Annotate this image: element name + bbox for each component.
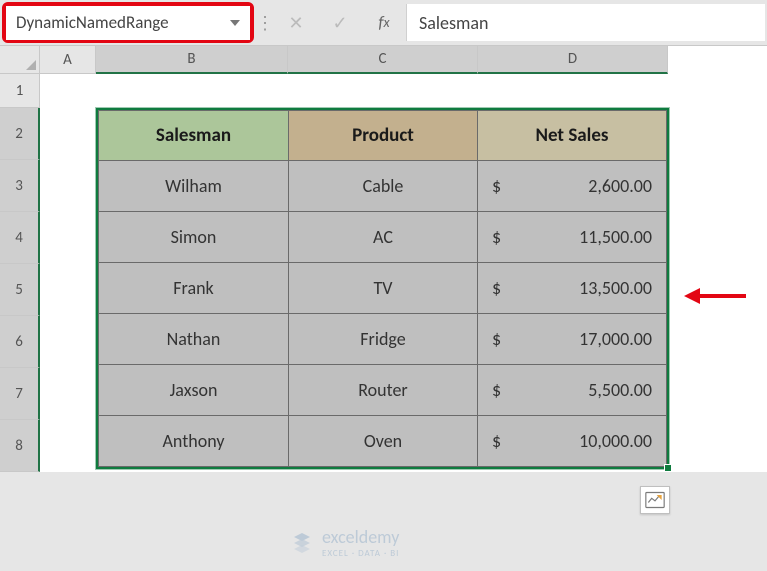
col-header-b[interactable]: B <box>96 46 288 74</box>
cell-product[interactable]: TV <box>289 263 478 314</box>
header-salesman[interactable]: Salesman <box>99 111 289 161</box>
row-header-2[interactable]: 2 <box>0 108 40 160</box>
formula-input[interactable]: Salesman <box>406 4 765 41</box>
row-header-1[interactable]: 1 <box>0 74 40 108</box>
cell-sales[interactable]: $13,500.00 <box>478 263 667 314</box>
cell-salesman[interactable]: Anthony <box>99 416 289 467</box>
table-header-row: Salesman Product Net Sales <box>99 111 667 161</box>
amount: 13,500.00 <box>579 277 652 299</box>
header-net-sales[interactable]: Net Sales <box>478 111 667 161</box>
currency: $ <box>492 379 501 401</box>
cell-salesman[interactable]: Wilham <box>99 161 289 212</box>
cell-salesman[interactable]: Jaxson <box>99 365 289 416</box>
table-row: Wilham Cable $2,600.00 <box>99 161 667 212</box>
name-box-text: DynamicNamedRange <box>12 12 226 33</box>
currency: $ <box>492 175 501 197</box>
confirm-icon: ✓ <box>318 0 362 45</box>
name-box-highlight: DynamicNamedRange <box>2 2 254 43</box>
sheet-body: 1 2 3 4 5 6 7 8 Salesman Product Net Sal… <box>0 74 767 472</box>
cancel-icon: ✕ <box>274 0 318 45</box>
currency: $ <box>492 328 501 350</box>
cell-sales[interactable]: $2,600.00 <box>478 161 667 212</box>
row-header-5[interactable]: 5 <box>0 264 40 316</box>
row-header-3[interactable]: 3 <box>0 160 40 212</box>
cell-salesman[interactable]: Simon <box>99 212 289 263</box>
column-header-strip: A B C D <box>0 46 767 74</box>
amount: 17,000.00 <box>579 328 652 350</box>
row-header-6[interactable]: 6 <box>0 316 40 368</box>
currency: $ <box>492 430 501 452</box>
annotation-arrow-icon <box>684 288 746 304</box>
table-row: Nathan Fridge $17,000.00 <box>99 314 667 365</box>
currency: $ <box>492 226 501 248</box>
chevron-down-icon[interactable] <box>226 14 244 32</box>
cell-salesman[interactable]: Nathan <box>99 314 289 365</box>
col-header-d[interactable]: D <box>478 46 668 74</box>
table-row: Simon AC $11,500.00 <box>99 212 667 263</box>
watermark: exceldemy EXCEL · DATA · BI <box>290 526 399 559</box>
cell-sales[interactable]: $17,000.00 <box>478 314 667 365</box>
formula-bar: DynamicNamedRange ⋮ ✕ ✓ fx Salesman <box>0 0 767 46</box>
cell-product[interactable]: Oven <box>289 416 478 467</box>
amount: 5,500.00 <box>588 379 652 401</box>
fx-icon[interactable]: fx <box>362 0 406 45</box>
selection-range: Salesman Product Net Sales Wilham Cable … <box>96 108 669 469</box>
cell-product[interactable]: Router <box>289 365 478 416</box>
cell-product[interactable]: AC <box>289 212 478 263</box>
table-row: Jaxson Router $5,500.00 <box>99 365 667 416</box>
select-all-triangle[interactable] <box>0 46 40 74</box>
cells-area[interactable]: Salesman Product Net Sales Wilham Cable … <box>40 74 767 472</box>
cell-sales[interactable]: $5,500.00 <box>478 365 667 416</box>
table-row: Anthony Oven $10,000.00 <box>99 416 667 467</box>
cell-salesman[interactable]: Frank <box>99 263 289 314</box>
watermark-brand: exceldemy <box>322 526 399 548</box>
row-header-8[interactable]: 8 <box>0 420 40 472</box>
amount: 11,500.00 <box>579 226 652 248</box>
amount: 2,600.00 <box>588 175 652 197</box>
data-table: Salesman Product Net Sales Wilham Cable … <box>98 110 667 467</box>
watermark-logo-icon <box>290 531 314 555</box>
cell-product[interactable]: Cable <box>289 161 478 212</box>
watermark-tag: EXCEL · DATA · BI <box>322 548 399 559</box>
header-product[interactable]: Product <box>289 111 478 161</box>
separator-icon: ⋮ <box>256 0 274 45</box>
table-row: Frank TV $13,500.00 <box>99 263 667 314</box>
col-header-c[interactable]: C <box>288 46 478 74</box>
cell-product[interactable]: Fridge <box>289 314 478 365</box>
amount: 10,000.00 <box>579 430 652 452</box>
cell-sales[interactable]: $11,500.00 <box>478 212 667 263</box>
currency: $ <box>492 277 501 299</box>
name-box[interactable]: DynamicNamedRange <box>6 6 250 40</box>
cell-sales[interactable]: $10,000.00 <box>478 416 667 467</box>
formula-text: Salesman <box>419 12 488 34</box>
selection-handle[interactable] <box>664 464 672 472</box>
quick-analysis-icon[interactable] <box>640 486 670 514</box>
col-header-a[interactable]: A <box>40 46 96 74</box>
row-header-7[interactable]: 7 <box>0 368 40 420</box>
row-header-strip: 1 2 3 4 5 6 7 8 <box>0 74 40 472</box>
row-header-4[interactable]: 4 <box>0 212 40 264</box>
